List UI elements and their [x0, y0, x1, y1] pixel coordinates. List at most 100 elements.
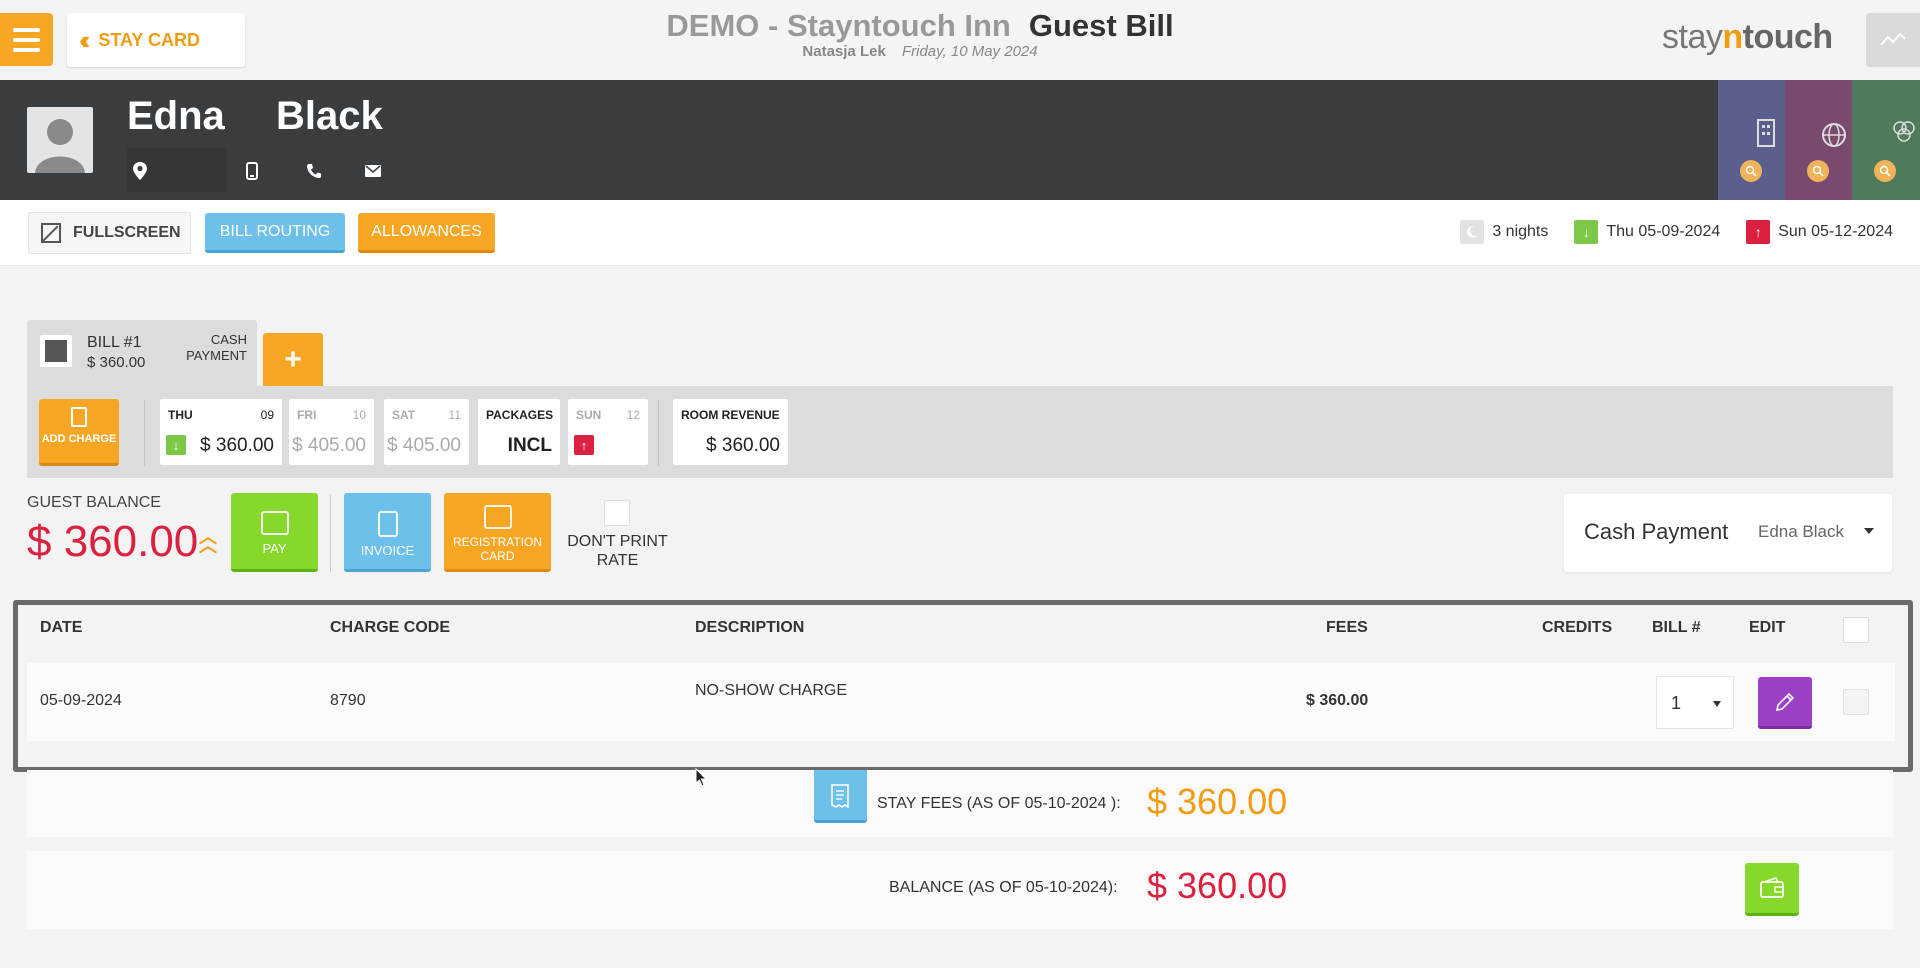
receipt-icon: [831, 784, 849, 808]
stayntouch-logo: stayntouch: [1662, 18, 1833, 56]
balance-pay-button[interactable]: [1745, 863, 1799, 916]
calculator-icon: [71, 407, 87, 427]
moon-icon: [1460, 220, 1485, 244]
guest-header: Edna Black: [0, 80, 1920, 200]
bill-amount: $ 360.00: [87, 354, 146, 371]
packages-cell[interactable]: PACKAGES INCL: [478, 399, 560, 465]
invoice-button[interactable]: INVOICE: [344, 493, 431, 572]
stay-card-label: STAY CARD: [98, 29, 201, 50]
guest-first-name[interactable]: Edna: [127, 94, 225, 139]
pencil-icon: [1775, 692, 1795, 711]
balance-label: BALANCE (AS OF 05-10-2024):: [889, 879, 1118, 896]
edit-charge-button[interactable]: [1758, 677, 1812, 729]
caret-down-icon[interactable]: [1864, 528, 1874, 534]
user-name: Natasja Lek: [802, 43, 886, 60]
mobile-phone-icon[interactable]: [241, 160, 263, 182]
dont-print-rate-label: DON'T PRINT RATE: [567, 533, 668, 569]
guest-balance-amount: $ 360.00: [27, 517, 199, 566]
bill-card-icon: [40, 335, 72, 367]
page-title: Guest Bill: [1028, 8, 1174, 43]
col-description: DESCRIPTION: [695, 619, 805, 636]
hamburger-icon: [13, 27, 40, 32]
departure-arrow-icon: ↑: [1746, 220, 1771, 244]
wallet-icon: [1760, 877, 1784, 898]
guest-avatar[interactable]: [27, 107, 93, 173]
payment-guest-select[interactable]: Edna Black: [1758, 522, 1844, 542]
group-icon: [1893, 121, 1915, 142]
search-icon: [1874, 160, 1896, 182]
bill-tab-1[interactable]: BILL #1 $ 360.00 CASH PAYMENT: [27, 320, 257, 386]
col-bill-no: BILL #: [1652, 619, 1701, 636]
arrival-arrow-icon: ↓: [1574, 220, 1599, 244]
wallet-icon: [260, 511, 289, 535]
activity-log-button[interactable]: [1866, 13, 1920, 67]
allowances-button[interactable]: ALLOWANCES: [358, 213, 495, 253]
expand-icon: [41, 223, 61, 243]
arrival-arrow-icon: ↓: [166, 435, 186, 455]
mouse-cursor-icon: [695, 768, 708, 787]
guest-balance-label: GUEST BALANCE: [27, 494, 161, 511]
row-description: NO-SHOW CHARGE: [695, 682, 847, 699]
table-row: 05-09-2024 8790 NO-SHOW CHARGE $ 360.00 …: [27, 663, 1895, 741]
registration-card-button[interactable]: REGISTRATION CARD: [444, 493, 551, 572]
bill-number: BILL #1: [87, 334, 142, 351]
bill-number-select[interactable]: 1: [1656, 676, 1734, 729]
departure-date: Sun 05-12-2024: [1778, 223, 1893, 240]
person-icon: [35, 119, 85, 173]
stay-fees-value: $ 360.00: [1147, 781, 1288, 822]
tab-company-card[interactable]: [1718, 80, 1785, 200]
stay-fees-label: STAY FEES (AS OF 05-10-2024 ):: [877, 795, 1121, 812]
charges-table: DATE CHARGE CODE DESCRIPTION FEES CREDIT…: [13, 600, 1913, 772]
receipt-icon-button[interactable]: [814, 770, 867, 823]
col-credits: CREDITS: [1542, 619, 1613, 636]
business-date: Friday, 10 May 2024: [901, 43, 1038, 60]
tab-travel-agent-card[interactable]: [1785, 80, 1852, 200]
stay-fees-summary: STAY FEES (AS OF 05-10-2024 ): $ 360.00: [27, 770, 1893, 837]
room-revenue-cell: ROOM REVENUE $ 360.00: [673, 399, 788, 465]
night-sat[interactable]: SAT 11 $ 405.00: [384, 399, 469, 465]
bill-payment-type: CASH PAYMENT: [186, 332, 247, 363]
printer-icon: [483, 505, 512, 529]
row-date: 05-09-2024: [40, 692, 122, 709]
add-bill-button[interactable]: +: [263, 333, 323, 386]
location-pin-icon: [129, 160, 151, 182]
hotel-name: DEMO - Stayntouch Inn: [666, 8, 1011, 43]
departure-arrow-icon: ↑: [574, 435, 594, 455]
nights-count: 3 nights: [1492, 223, 1549, 240]
document-icon: [377, 511, 398, 537]
bill-routing-button[interactable]: BILL ROUTING: [205, 213, 345, 253]
page-header: DEMO - Stayntouch Inn Guest Bill Natasja …: [600, 8, 1240, 60]
add-charge-button[interactable]: ADD CHARGE: [39, 399, 119, 466]
fullscreen-button[interactable]: FULLSCREEN: [28, 212, 191, 254]
top-bar: ‹‹ STAY CARD DEMO - Stayntouch Inn Guest …: [0, 0, 1920, 80]
double-chevron-left-icon: ‹‹: [79, 25, 91, 55]
payment-method-panel: Cash Payment Edna Black: [1564, 494, 1892, 572]
select-all-checkbox[interactable]: [1843, 617, 1869, 643]
row-charge-code: 8790: [330, 692, 366, 709]
night-thu[interactable]: THU 09 ↓ $ 360.00: [160, 399, 282, 465]
night-fri[interactable]: FRI 10 $ 405.00: [289, 399, 374, 465]
tab-group-card[interactable]: [1852, 80, 1920, 200]
stay-summary: 3 nights ↓ Thu 05-09-2024 ↑ Sun 05-12-20…: [1460, 220, 1893, 244]
nights-strip: ADD CHARGE THU 09 ↓ $ 360.00 FRI 10 $ 40…: [27, 386, 1893, 478]
balance-summary: BALANCE (AS OF 05-10-2024): $ 360.00: [27, 851, 1893, 929]
dont-print-rate-checkbox[interactable]: [604, 500, 630, 526]
globe-icon: [1822, 123, 1846, 147]
chevron-up-icon[interactable]: ︿ ︿: [199, 528, 217, 555]
building-icon: [1757, 119, 1775, 147]
pay-button[interactable]: PAY: [231, 493, 318, 572]
search-icon: [1740, 160, 1762, 182]
stay-card-back-button[interactable]: ‹‹ STAY CARD: [67, 13, 245, 67]
email-icon[interactable]: [362, 160, 384, 182]
col-charge-code: CHARGE CODE: [330, 619, 451, 636]
guest-last-name[interactable]: Black: [276, 94, 383, 139]
night-sun[interactable]: SUN 12 ↑: [568, 399, 648, 465]
col-edit: EDIT: [1749, 619, 1786, 636]
phone-icon[interactable]: [303, 160, 325, 182]
action-bar: FULLSCREEN BILL ROUTING ALLOWANCES 3 nig…: [0, 200, 1920, 266]
search-icon: [1807, 160, 1829, 182]
col-fees: FEES: [1326, 619, 1368, 636]
menu-button[interactable]: [0, 13, 53, 66]
row-fees: $ 360.00: [1306, 692, 1369, 709]
row-checkbox[interactable]: [1843, 689, 1869, 715]
